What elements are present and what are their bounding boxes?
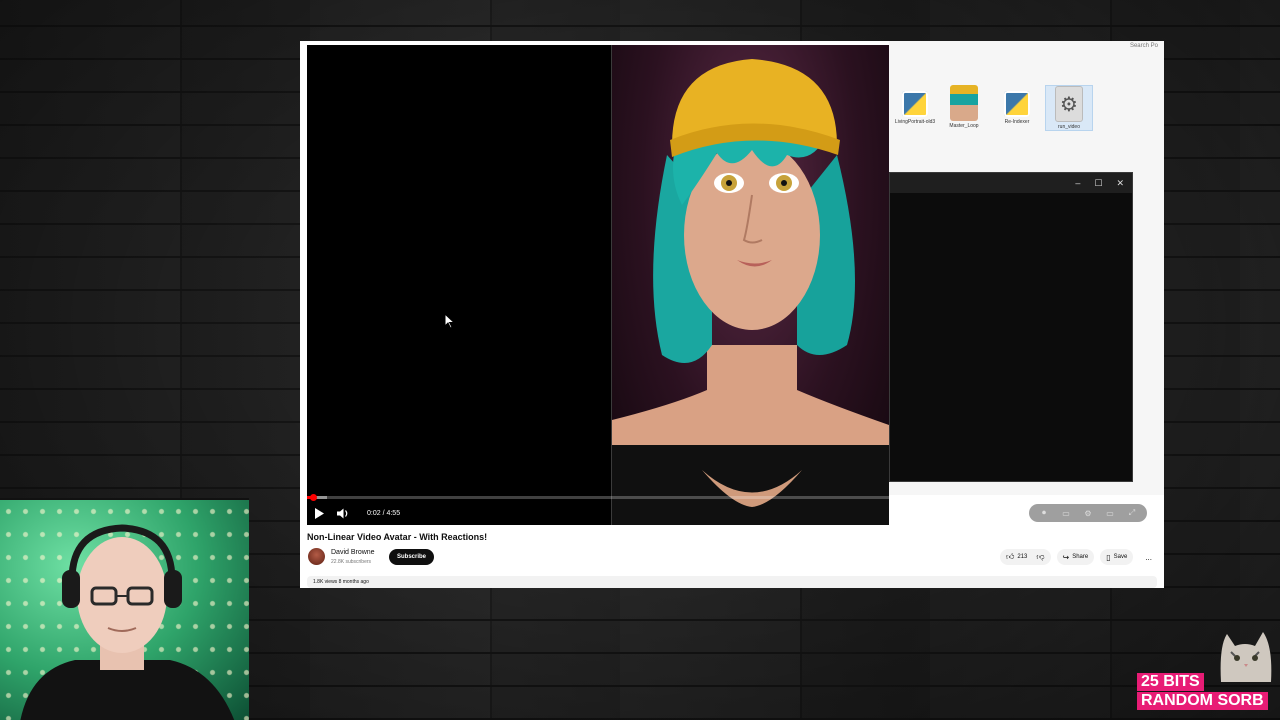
gear-file-icon: ⚙ xyxy=(1055,86,1083,122)
video-progress-bar[interactable] xyxy=(307,494,1155,501)
save-button[interactable]: ▯ Save xyxy=(1100,549,1134,565)
badge-line-1: 25 BITS xyxy=(1137,673,1204,691)
settings-icon[interactable]: ⚙ xyxy=(1079,506,1097,520)
scrubber-handle[interactable] xyxy=(309,494,317,501)
desktop-files: LivingPortrait-old3 Master_Loop Re-Index… xyxy=(889,85,1109,145)
terminal-titlebar: – ☐ ✕ xyxy=(890,173,1132,193)
player-controls: 0:02 / 4:55 ⏺ ▭ ⚙ ▭ ⤢ xyxy=(307,501,1155,525)
browser-window: Search Po LivingPortrait-old3 Master_Loo… xyxy=(300,41,1164,588)
python-file-icon xyxy=(1004,91,1030,117)
play-button[interactable] xyxy=(307,501,331,525)
play-icon xyxy=(315,507,324,519)
channel-avatar[interactable] xyxy=(308,548,325,565)
theater-mode-icon[interactable]: ▭ xyxy=(1101,506,1119,520)
autoplay-toggle[interactable]: ⏺ xyxy=(1035,506,1053,520)
search-hint: Search Po xyxy=(1129,43,1158,49)
volume-button[interactable] xyxy=(331,501,355,525)
stream-badge: 25 BITS RANDOM SORB xyxy=(1137,673,1271,713)
volume-icon xyxy=(337,508,348,518)
video-title: Non-Linear Video Avatar - With Reactions… xyxy=(307,532,488,542)
close-button[interactable]: ✕ xyxy=(1116,178,1124,189)
thumbs-down-icon[interactable]: 👎︎ xyxy=(1036,552,1044,562)
video-player[interactable] xyxy=(307,45,889,525)
desktop-file[interactable]: Re-Indexer xyxy=(993,85,1041,125)
save-icon: ▯ xyxy=(1106,552,1111,562)
desktop-file[interactable]: LivingPortrait-old3 xyxy=(891,85,939,125)
more-button[interactable]: ... xyxy=(1139,549,1158,565)
minimize-button[interactable]: – xyxy=(1075,178,1080,188)
python-file-icon xyxy=(902,91,928,117)
save-label: Save xyxy=(1113,554,1128,560)
portrait-thumbnail-icon xyxy=(950,85,978,121)
time-display: 0:02 / 4:55 xyxy=(367,509,401,517)
streamer-image xyxy=(20,524,235,720)
avatar-video-frame xyxy=(612,45,889,525)
more-icon: ... xyxy=(1145,552,1152,562)
fullscreen-icon[interactable]: ⤢ xyxy=(1123,506,1141,520)
share-label: Share xyxy=(1072,554,1089,560)
channel-name[interactable]: David Browne xyxy=(331,549,375,556)
like-button[interactable]: 👍︎ 213 👎︎ xyxy=(1000,549,1051,565)
subtitles-icon[interactable]: ▭ xyxy=(1057,506,1075,520)
maximize-button[interactable]: ☐ xyxy=(1094,178,1102,189)
desktop-file[interactable]: ⚙ run_video xyxy=(1045,85,1093,131)
terminal-window[interactable]: – ☐ ✕ xyxy=(889,172,1133,482)
webcam-overlay xyxy=(0,498,249,720)
video-meta[interactable]: 1.8K views 8 months ago xyxy=(307,576,1157,588)
mouse-cursor-icon xyxy=(445,314,455,329)
video-actions: 👍︎ 213 👎︎ ↪ Share ▯ Save ... xyxy=(1000,549,1158,565)
thumbs-up-icon: 👍︎ xyxy=(1006,552,1015,561)
avatar-portrait-image xyxy=(612,59,889,525)
like-count: 213 xyxy=(1017,554,1028,560)
player-right-controls: ⏺ ▭ ⚙ ▭ ⤢ xyxy=(1029,504,1147,522)
subscriber-count: 22.8K subscribers xyxy=(331,559,372,565)
desktop-file[interactable]: Master_Loop xyxy=(940,85,988,129)
share-icon: ↪ xyxy=(1062,552,1070,562)
badge-line-2: RANDOM SORB xyxy=(1137,692,1268,710)
subscribe-button[interactable]: Subscribe xyxy=(389,549,435,565)
share-button[interactable]: ↪ Share xyxy=(1056,549,1095,565)
